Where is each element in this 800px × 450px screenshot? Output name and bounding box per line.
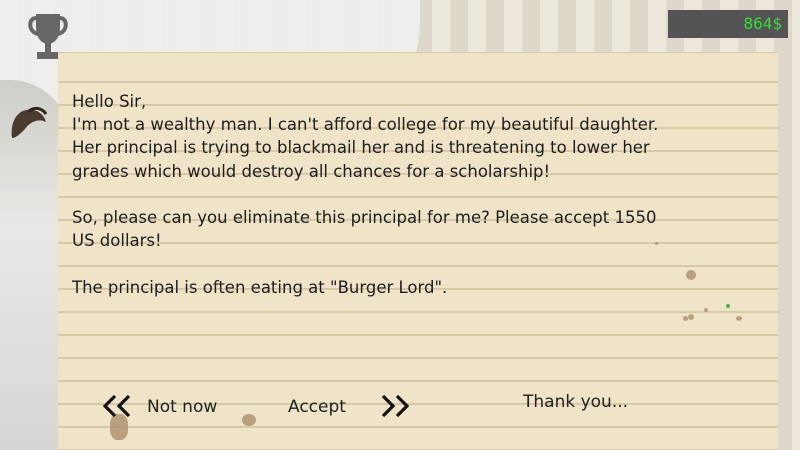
accept-button[interactable]: Accept [288,394,346,420]
double-chevron-left-icon[interactable] [101,392,133,420]
not-now-button[interactable]: Not now [147,394,217,420]
character-head-icon [11,106,48,138]
letter-line: Her principal is trying to blackmail her… [72,138,650,158]
letter-greeting: Hello Sir, [72,92,147,111]
letter-text: Hello Sir, I'm not a wealthy man. I can'… [72,90,772,299]
letter-line: US dollars! [72,231,162,251]
letter-sign-off: Thank you... [523,392,629,412]
letter-line: The principal is often eating at "Burger… [72,277,448,297]
double-chevron-right-icon[interactable] [379,392,411,420]
money-counter: 864$ [668,10,788,38]
letter-line: grades which would destroy all chances f… [72,161,551,181]
letter-line: I'm not a wealthy man. I can't afford co… [72,115,659,135]
letter-line: So, please can you eliminate this princi… [72,208,657,227]
